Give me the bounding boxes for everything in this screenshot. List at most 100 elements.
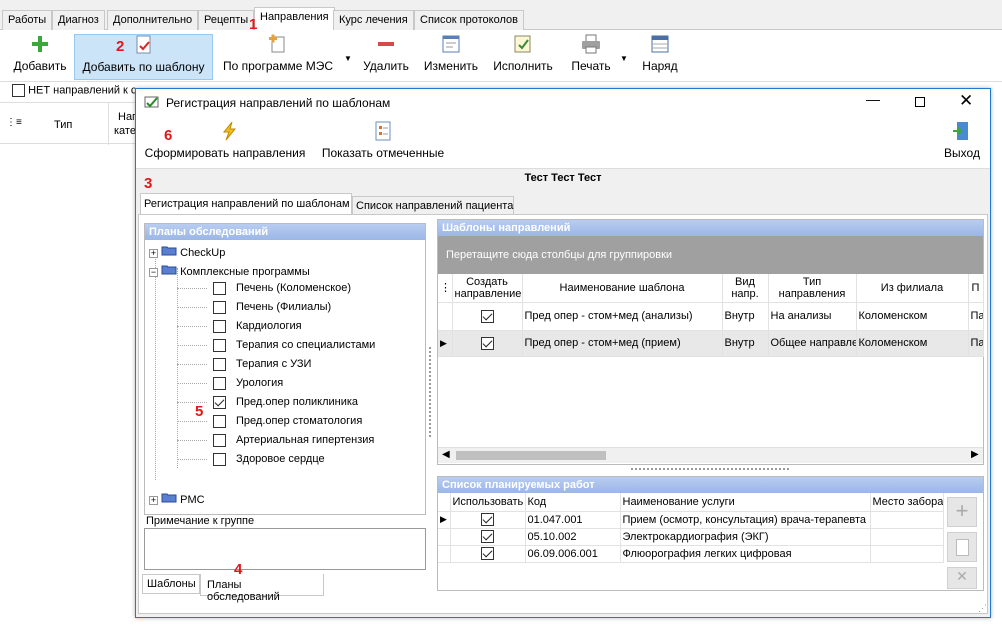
expand-icon[interactable]: + bbox=[149, 249, 158, 258]
plan-checkbox[interactable] bbox=[213, 320, 226, 333]
expand-icon[interactable]: + bbox=[149, 496, 158, 505]
exit-button[interactable]: Выход bbox=[942, 121, 982, 167]
scroll-thumb[interactable] bbox=[456, 451, 606, 460]
table-row[interactable]: 06.09.006.001 Флюорография легких цифров… bbox=[438, 545, 944, 563]
col-type[interactable]: Тип направления bbox=[768, 274, 857, 303]
by-mes-dropdown-arrow-icon[interactable]: ▼ bbox=[344, 54, 352, 63]
delete-button[interactable]: Удалить bbox=[360, 34, 412, 80]
add-by-template-button[interactable]: Добавить по шаблону bbox=[74, 34, 213, 80]
execute-button[interactable]: Исполнить bbox=[489, 34, 557, 80]
col-template-name[interactable]: Наименование шаблона bbox=[522, 274, 723, 303]
tree-plan-item[interactable]: Здоровое сердце bbox=[177, 453, 325, 471]
use-checkbox-cell[interactable] bbox=[450, 528, 526, 546]
print-dropdown-arrow-icon[interactable]: ▼ bbox=[620, 54, 628, 63]
delete-work-button[interactable]: ✕ bbox=[947, 567, 977, 589]
col-create[interactable]: Создать направление bbox=[452, 274, 523, 303]
tree-plan-item[interactable]: Пред.опер поликлиника bbox=[177, 396, 358, 414]
tree-plan-item[interactable]: Урология bbox=[177, 377, 283, 395]
scroll-left-icon[interactable]: ◀ bbox=[442, 449, 450, 460]
tab-kurs-lecheniya[interactable]: Курс лечения bbox=[333, 10, 414, 30]
create-checkbox[interactable] bbox=[480, 309, 494, 323]
col-place[interactable]: Место забора bbox=[870, 493, 944, 512]
plan-checkbox[interactable] bbox=[213, 453, 226, 466]
tree-plan-item[interactable]: Терапия с УЗИ bbox=[177, 358, 311, 376]
marker-3: 3 bbox=[144, 175, 153, 192]
col-p[interactable]: П bbox=[968, 274, 984, 303]
show-marked-button[interactable]: Показать отмеченные bbox=[318, 121, 448, 167]
collapse-icon[interactable]: − bbox=[149, 268, 158, 277]
document-icon bbox=[956, 539, 969, 556]
tree-plan-item[interactable]: Пред.опер стоматология bbox=[177, 415, 362, 433]
tab-diagnoz[interactable]: Диагноз bbox=[52, 10, 105, 30]
use-checkbox[interactable] bbox=[481, 547, 494, 560]
col-vid[interactable]: Вид напр. bbox=[722, 274, 769, 303]
plan-checkbox[interactable] bbox=[213, 377, 226, 390]
tree-plan-item[interactable]: Печень (Коломенское) bbox=[177, 282, 351, 300]
horizontal-splitter[interactable] bbox=[631, 468, 789, 470]
plan-checkbox[interactable] bbox=[213, 396, 226, 409]
col-service-name[interactable]: Наименование услуги bbox=[620, 493, 871, 512]
note-textarea[interactable] bbox=[144, 528, 426, 570]
column-chooser-icon[interactable]: ⋮≡ bbox=[6, 117, 22, 128]
use-checkbox[interactable] bbox=[481, 513, 494, 526]
close-icon[interactable]: ✕ bbox=[959, 91, 973, 111]
plan-checkbox[interactable] bbox=[213, 339, 226, 352]
tab-dopolnitelno[interactable]: Дополнительно bbox=[107, 10, 199, 30]
templates-horizontal-scrollbar[interactable]: ◀ ▶ bbox=[438, 447, 983, 463]
vertical-splitter[interactable] bbox=[429, 347, 431, 437]
tab-plans[interactable]: Планы обследований bbox=[200, 574, 324, 603]
tab-napravleniya[interactable]: Направления bbox=[254, 7, 335, 31]
use-checkbox-cell[interactable] bbox=[450, 511, 526, 529]
print-button[interactable]: Печать bbox=[566, 34, 616, 80]
plan-label: Терапия со специалистами bbox=[236, 339, 376, 352]
tree-plan-item[interactable]: Кардиология bbox=[177, 320, 302, 338]
table-row[interactable]: ▶ 01.047.001 Прием (осмотр, консультация… bbox=[438, 511, 944, 529]
create-checkbox[interactable] bbox=[480, 336, 494, 350]
tab-raboty[interactable]: Работы bbox=[2, 10, 53, 30]
tab-patient-directions-list[interactable]: Список направлений пациента bbox=[352, 196, 514, 214]
create-checkbox-cell[interactable] bbox=[452, 330, 523, 357]
scroll-right-icon[interactable]: ▶ bbox=[971, 449, 979, 460]
tree-plan-item[interactable]: Терапия со специалистами bbox=[177, 339, 375, 357]
by-mes-program-button[interactable]: По программе МЭС bbox=[218, 34, 338, 80]
use-checkbox[interactable] bbox=[481, 530, 494, 543]
plan-checkbox[interactable] bbox=[213, 282, 226, 295]
table-row[interactable]: Пред опер - стом+мед (анализы) Внутр На … bbox=[438, 302, 984, 331]
table-row[interactable]: 05.10.002 Электрокардиография (ЭКГ) bbox=[438, 528, 944, 546]
minimize-icon[interactable]: — bbox=[866, 91, 880, 107]
tab-templates[interactable]: Шаблоны bbox=[142, 574, 200, 594]
use-checkbox-cell[interactable] bbox=[450, 545, 526, 563]
resize-grip-icon[interactable]: ⋰ bbox=[978, 603, 987, 614]
order-button[interactable]: Наряд bbox=[638, 34, 682, 80]
add-button[interactable]: Добавить bbox=[8, 34, 72, 80]
tree-plan-item[interactable]: Печень (Филиалы) bbox=[177, 301, 331, 319]
branch-cell: Коломенском bbox=[856, 302, 969, 331]
tree-node-pmc[interactable]: + PMC bbox=[149, 491, 205, 509]
grid-options-icon[interactable]: ⋮ bbox=[438, 274, 453, 303]
tab-spisok-protokolov[interactable]: Список протоколов bbox=[414, 10, 524, 30]
plan-checkbox[interactable] bbox=[213, 434, 226, 447]
col-code[interactable]: Код bbox=[525, 493, 621, 512]
tree-node-complex[interactable]: − Комплексные программы bbox=[149, 263, 310, 281]
plan-checkbox[interactable] bbox=[213, 301, 226, 314]
no-directions-checkbox[interactable] bbox=[12, 84, 25, 97]
table-row[interactable]: ▶ Пред опер - стом+мед (прием) Внутр Общ… bbox=[438, 330, 984, 357]
tree-node-checkup[interactable]: + CheckUp bbox=[149, 244, 225, 262]
tab-recepty[interactable]: Рецепты bbox=[198, 10, 255, 30]
plan-checkbox[interactable] bbox=[213, 415, 226, 428]
template-name-cell: Пред опер - стом+мед (прием) bbox=[522, 330, 723, 357]
maximize-icon[interactable] bbox=[915, 97, 925, 107]
tree-plan-item[interactable]: Артериальная гипертензия bbox=[177, 434, 374, 452]
plan-checkbox[interactable] bbox=[213, 358, 226, 371]
no-directions-checkbox-row[interactable]: НЕТ направлений к с bbox=[12, 84, 136, 97]
create-checkbox-cell[interactable] bbox=[452, 302, 523, 331]
vid-cell: Внутр bbox=[722, 302, 769, 331]
tab-registration-by-templates[interactable]: Регистрация направлений по шаблонам bbox=[140, 193, 352, 214]
place-cell bbox=[870, 545, 944, 563]
col-use[interactable]: Использовать bbox=[450, 493, 526, 512]
add-work-button[interactable]: + bbox=[947, 497, 977, 527]
group-by-area[interactable]: Перетащите сюда столбцы для группировки bbox=[438, 236, 983, 274]
edit-button[interactable]: Изменить bbox=[420, 34, 482, 80]
edit-work-button[interactable] bbox=[947, 532, 977, 562]
col-branch[interactable]: Из филиала bbox=[856, 274, 969, 303]
